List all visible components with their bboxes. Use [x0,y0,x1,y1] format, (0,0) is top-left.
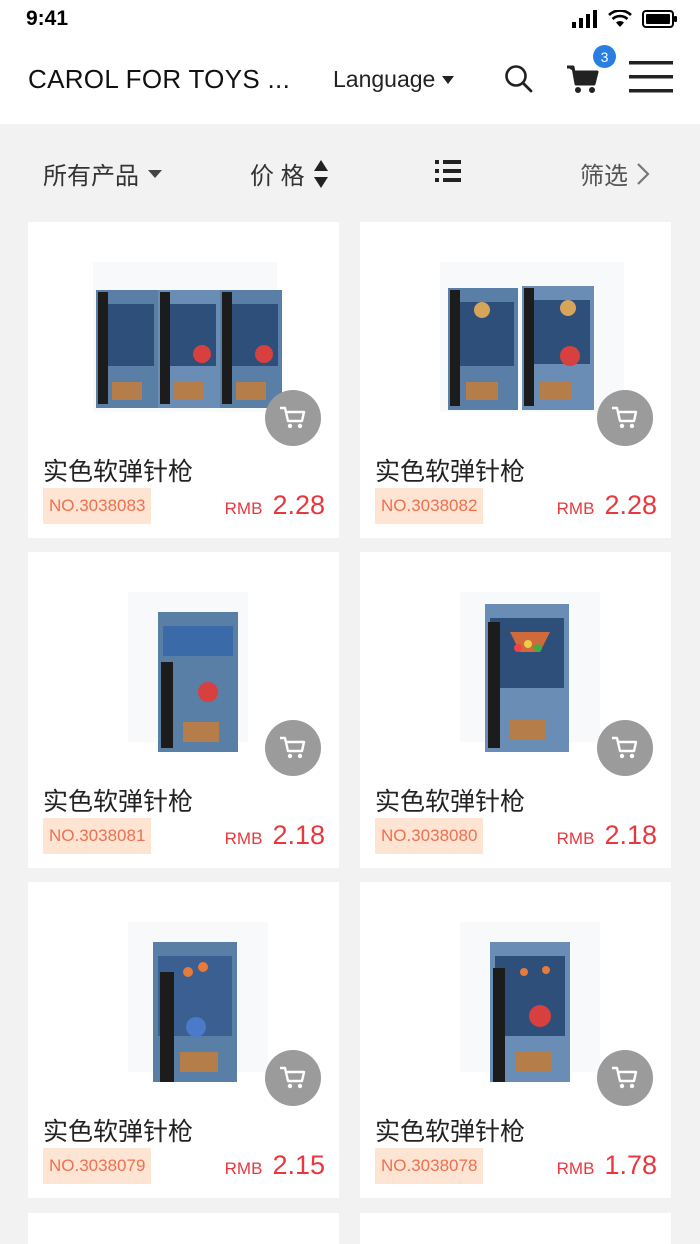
product-price: RMB 2.28 [225,490,325,521]
price-currency: RMB [556,1159,595,1178]
caret-down-icon [148,169,162,178]
price-value: 1.78 [604,1150,657,1180]
product-card[interactable]: 实色软弹针枪 NO.3038081 RMB 2.18 [28,552,339,868]
add-to-cart-button[interactable] [265,720,321,776]
product-number-tag: NO.3038081 [43,818,152,854]
search-icon[interactable] [504,64,534,94]
product-name[interactable]: 实色软弹针枪 [43,782,193,818]
add-to-cart-button[interactable] [265,390,321,446]
product-image [460,592,600,752]
product-name[interactable]: 实色软弹针枪 [375,782,525,818]
product-price: RMB 2.28 [557,490,657,521]
add-to-cart-button[interactable] [597,1050,653,1106]
wifi-icon [608,10,632,27]
filter-button[interactable]: 筛选 [580,156,650,191]
price-sort[interactable]: 价 格 [250,156,329,191]
product-name[interactable]: 实色软弹针枪 [43,1112,193,1148]
cart-icon [612,406,638,429]
status-icons [572,10,678,28]
price-value: 2.18 [604,820,657,850]
price-value: 2.28 [604,490,657,520]
product-image [440,262,624,412]
status-bar: 9:41 [0,0,700,40]
price-value: 2.18 [272,820,325,850]
brand-title[interactable]: CAROL FOR TOYS ... [28,64,290,95]
product-price: RMB 2.18 [557,820,657,851]
product-image [128,922,268,1082]
all-products-label: 所有产品 [43,163,139,190]
cart-icon [612,1066,638,1089]
status-time: 9:41 [26,7,69,30]
product-card[interactable]: 实色软弹针枪 NO.3038079 RMB 2.15 [28,882,339,1198]
product-image [93,262,282,412]
cart-icon [612,736,638,759]
sort-icon [313,159,328,188]
product-card[interactable]: 实色软弹针枪 NO.3038080 RMB 2.18 [360,552,671,868]
all-products-dropdown[interactable]: 所有产品 [43,156,163,191]
product-price: RMB 2.18 [225,820,325,851]
product-number-tag: NO.3038079 [43,1148,152,1184]
price-currency: RMB [556,829,595,848]
filter-bar: 所有产品 价 格 筛选 [0,124,700,220]
product-card-partial[interactable] [28,1213,339,1244]
product-number-tag: NO.3038080 [375,818,484,854]
add-to-cart-button[interactable] [265,1050,321,1106]
price-sort-label: 价 格 [250,163,305,190]
price-value: 2.15 [272,1150,325,1180]
product-card[interactable]: 实色软弹针枪 NO.3038082 RMB 2.28 [360,222,671,538]
price-value: 2.28 [272,490,325,520]
list-view-icon[interactable] [435,160,461,182]
product-price: RMB 1.78 [557,1150,657,1181]
cart-icon [280,736,306,759]
chevron-right-icon [637,162,650,185]
product-number-tag: NO.3038083 [43,488,152,524]
product-name[interactable]: 实色软弹针枪 [375,1112,525,1148]
price-currency: RMB [556,499,595,518]
product-card-partial[interactable] [360,1213,671,1244]
product-number-tag: NO.3038078 [375,1148,484,1184]
cart-icon[interactable] [566,64,600,94]
add-to-cart-button[interactable] [597,390,653,446]
language-selector[interactable]: Language [333,66,455,93]
product-image [128,592,248,752]
product-price: RMB 2.15 [225,1150,325,1181]
signal-icon [572,10,597,28]
filter-label: 筛选 [580,163,628,190]
language-label: Language [333,66,436,92]
battery-icon [642,10,677,28]
price-currency: RMB [224,1159,263,1178]
add-to-cart-button[interactable] [597,720,653,776]
cart-icon [280,1066,306,1089]
menu-icon[interactable] [629,59,673,95]
product-image [460,922,600,1082]
product-card[interactable]: 实色软弹针枪 NO.3038078 RMB 1.78 [360,882,671,1198]
product-card[interactable]: 实色软弹针枪 NO.3038083 RMB 2.28 [28,222,339,538]
cart-count-badge: 3 [593,45,616,68]
caret-down-icon [442,75,455,84]
price-currency: RMB [224,829,263,848]
cart-icon [280,406,306,429]
product-name[interactable]: 实色软弹针枪 [375,452,525,488]
product-number-tag: NO.3038082 [375,488,484,524]
price-currency: RMB [224,499,263,518]
product-name[interactable]: 实色软弹针枪 [43,452,193,488]
